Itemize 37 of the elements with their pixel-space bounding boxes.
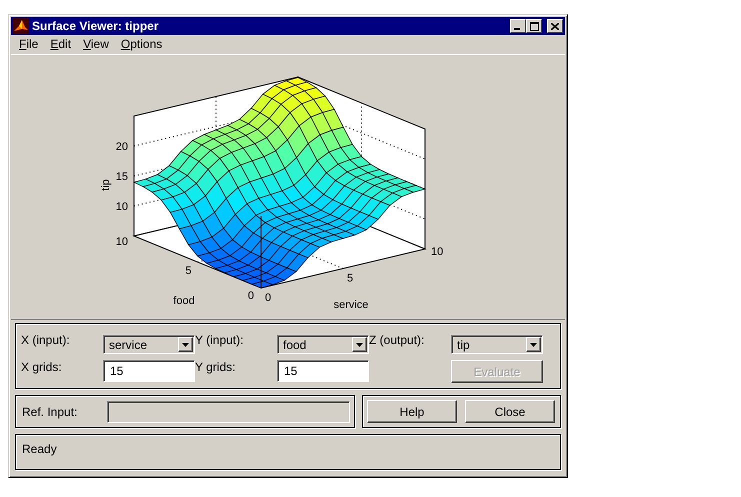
maximize-button[interactable] [526, 19, 542, 33]
tick-label: 10 [116, 236, 128, 248]
tick-label: 5 [185, 265, 192, 277]
menu-item[interactable]: Options [114, 37, 168, 52]
menu-item[interactable]: File [13, 37, 44, 52]
field-label: Y (input): [195, 333, 244, 347]
dropdown[interactable]: tip [451, 335, 543, 354]
field-label: Z (output): [369, 333, 426, 347]
tick-label: 20 [116, 141, 128, 153]
axis-label: service [334, 299, 368, 311]
axis-label: tip [100, 179, 112, 191]
app-icon [13, 18, 29, 34]
dropdown[interactable]: service [103, 335, 195, 354]
field-label: X (input): [21, 333, 71, 347]
status-text: Ready [22, 442, 57, 456]
minimize-button[interactable] [510, 19, 526, 33]
tick-label: 10 [431, 246, 444, 258]
input-field[interactable]: 15 [277, 360, 369, 382]
menu-item[interactable]: View [77, 37, 115, 52]
field-label: Y grids: [195, 360, 236, 374]
field-label: X grids: [21, 360, 63, 374]
tick-label: 10 [116, 201, 128, 213]
window-title: Surface Viewer: tipper [32, 19, 160, 33]
tick-label: 0 [265, 292, 272, 304]
close-button[interactable] [547, 19, 563, 33]
dialog-button[interactable]: Close [465, 400, 555, 423]
tick-label: 0 [248, 290, 254, 302]
field-label: Ref. Input: [22, 404, 78, 418]
axis-label: food [173, 295, 195, 307]
close-icon [551, 22, 559, 30]
tick-label: 5 [347, 272, 354, 284]
dropdown[interactable]: food [277, 335, 369, 354]
tick-label: 15 [116, 171, 128, 183]
menu-item[interactable]: Edit [44, 37, 78, 52]
maximize-icon [530, 22, 538, 30]
dialog-button[interactable]: Help [367, 400, 457, 423]
input-field[interactable]: 15 [103, 360, 195, 382]
